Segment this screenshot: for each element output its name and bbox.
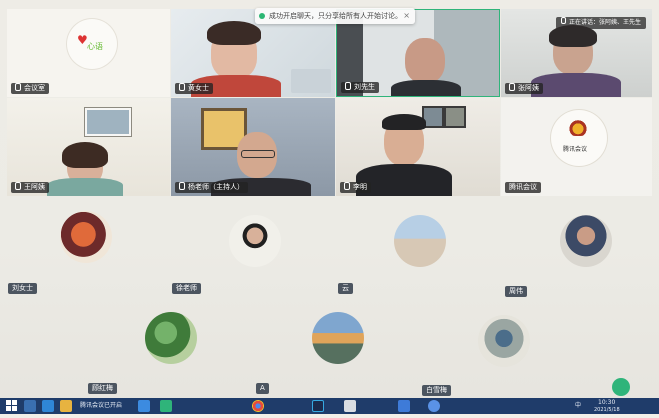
windows-start-icon[interactable] [6,400,18,412]
mic-icon [15,182,21,190]
avatar[interactable] [145,312,197,364]
participant-name: 刘女士 [8,283,37,294]
meeting-window: ♥ 心语 会议室 黄女士 刘先生 正在讲话：张阿姨、王先生 张阿姨 王阿姨 杨老… [0,0,659,414]
person-shirt [531,73,621,97]
settings-icon[interactable] [428,400,440,412]
photoshop-icon[interactable] [312,400,324,412]
mic-icon [509,83,515,91]
search-icon[interactable] [24,400,36,412]
avatar[interactable] [478,315,530,367]
success-icon [259,13,265,19]
input-language[interactable]: 中 [575,398,581,414]
participant-name: 顾红梅 [88,383,117,394]
close-icon[interactable]: × [403,8,410,24]
wall-frame [85,108,131,136]
participant-name: 徐老师 [172,283,201,294]
meeting-menu-button[interactable] [612,378,630,396]
mic-icon [15,83,21,91]
toast-message: 成功开启聊天，只分享给所有人开始讨论。 [269,12,402,20]
avatar[interactable] [394,215,446,267]
participant-name: 周伟 [505,286,527,297]
glasses-icon [241,150,275,158]
participant-name: 云 [338,283,353,294]
notification-toast: 成功开启聊天，只分享给所有人开始讨论。 × [255,8,415,24]
monitor-bg [291,69,331,93]
sun-logo-icon [567,118,589,136]
logo-text: 腾讯会议 [563,146,588,153]
video-tile[interactable]: 腾讯会议 腾讯会议 [501,98,652,196]
avatar[interactable] [229,215,281,267]
avatar[interactable] [60,211,112,263]
person-hair [549,25,597,47]
meeting-app-icon[interactable] [138,400,150,412]
clock-date: 2021/5/18 [594,407,620,413]
avatar[interactable] [312,312,364,364]
video-tile[interactable]: ♥ 心语 会议室 [7,9,170,97]
mic-icon [179,83,185,91]
chrome-icon[interactable] [252,400,264,412]
video-tile[interactable]: 杨老师（主持人） [171,98,335,196]
participant-name: 刘先生 [341,82,379,93]
participant-name: 会议室 [11,83,49,94]
person-hair [62,142,108,168]
browser-icon[interactable] [42,400,54,412]
taskbar: 腾讯会议已开启 中 10:30 2021/5/18 [0,398,659,414]
participant-name: 王阿姨 [11,182,49,193]
participant-name: 张阿姨 [505,83,543,94]
mic-icon [344,182,350,190]
person-hair [382,114,426,130]
mic-icon [179,182,185,190]
participant-name: A [256,383,269,394]
person-hair [207,21,261,45]
chat-app-icon[interactable] [160,400,172,412]
person-shirt [47,178,123,196]
participant-name: 腾讯会议 [505,182,541,193]
person-shirt [391,80,461,96]
person-video [405,38,445,84]
avatar[interactable] [560,215,612,267]
folder-icon[interactable] [60,400,72,412]
mic-icon [345,82,351,90]
participant-name: 黄女士 [175,83,213,94]
wall-frame [444,106,466,128]
participant-name: 杨老师（主持人） [175,182,248,193]
logo-card: 腾讯会议 [551,110,607,166]
logo-card: ♥ 心语 [67,19,117,69]
taskbar-app-label[interactable]: 腾讯会议已开启 [80,398,122,414]
logo-text: 心语 [87,42,103,51]
video-tile[interactable]: 正在讲话：张阿姨、王先生 张阿姨 [501,9,652,97]
video-tile[interactable]: 李明 [336,98,500,196]
participant-name: 白雪梅 [422,385,451,396]
video-tile[interactable]: 王阿姨 [7,98,170,196]
mic-icon [560,17,566,24]
participant-name: 李明 [340,182,371,193]
calculator-icon[interactable] [344,400,356,412]
meeting-active-icon[interactable] [398,400,410,412]
